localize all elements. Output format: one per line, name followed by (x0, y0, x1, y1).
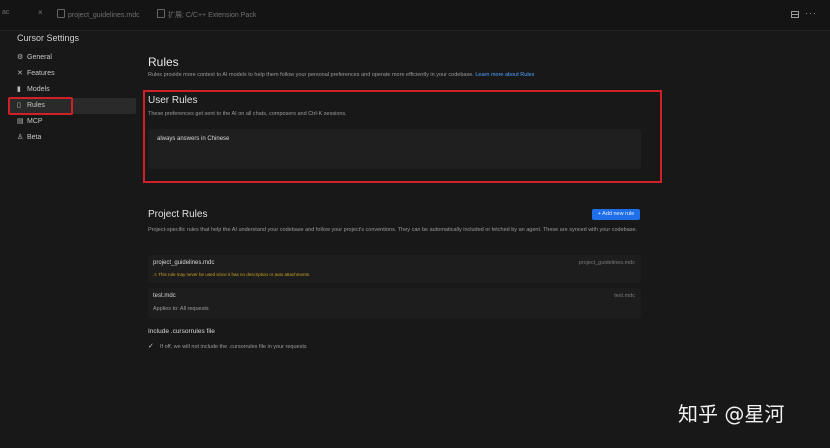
learn-more-link[interactable]: Learn more about Rules (475, 72, 534, 78)
check-icon[interactable]: ✓ (148, 342, 156, 350)
user-rules-value[interactable]: always answers in Chinese (157, 136, 229, 142)
sidebar-item-label: Models (27, 86, 50, 93)
tab-label: project_guidelines.mdc (68, 12, 140, 19)
chart-icon: ▮ (17, 86, 21, 93)
project-rules-title: Project Rules (148, 209, 208, 220)
server-icon: ▤ (17, 118, 24, 125)
tab-project-guidelines[interactable]: project_guidelines.mdc (57, 9, 140, 19)
add-new-rule-button[interactable]: + Add new rule (592, 209, 640, 220)
rules-highlight-annotation (8, 97, 73, 115)
include-cursorrules-description: If off, we will not include the .cursorr… (160, 344, 307, 350)
rule-path: project_guidelines.mdc (578, 260, 635, 266)
settings-title: Cursor Settings (17, 33, 80, 43)
include-cursorrules-toggle[interactable]: ✓ If off, we will not include the .cursor… (148, 342, 307, 350)
sidebar-item-label: MCP (27, 118, 43, 125)
tools-icon: ✕ (17, 70, 23, 77)
user-rules-textarea[interactable] (148, 129, 641, 169)
layout-toggle-icon[interactable] (791, 11, 799, 18)
tab-extension-pack[interactable]: 扩展: C/C++ Extension Pack (157, 9, 256, 20)
rule-warning: ⚠ This rule may never be used since it h… (153, 272, 311, 277)
page-description: Rules provide more context to AI models … (148, 72, 534, 78)
rule-name: project_guidelines.mdc (153, 260, 215, 266)
page-title: Rules (148, 55, 179, 69)
file-icon (57, 9, 65, 18)
rule-path: test.mdc (614, 293, 635, 299)
rule-applies-to: Applies to: All requests (153, 306, 209, 312)
tab-label: 扩展: C/C++ Extension Pack (168, 12, 257, 19)
sidebar-item-general[interactable]: ⚙ General (8, 50, 136, 66)
more-actions-icon[interactable]: ··· (805, 8, 817, 18)
extension-icon (157, 9, 165, 18)
tab-edge-label[interactable]: ac (2, 9, 9, 16)
rule-item[interactable]: project_guidelines.mdc project_guideline… (148, 255, 641, 283)
user-rules-title: User Rules (148, 95, 198, 106)
rule-name: test.mdc (153, 293, 176, 299)
include-cursorrules-title: Include .cursorrules file (148, 328, 215, 335)
rule-item[interactable]: test.mdc test.mdc Applies to: All reques… (148, 288, 641, 318)
user-rules-description: These preferences get sent to the AI on … (148, 111, 347, 117)
sidebar-item-label: Beta (27, 134, 42, 141)
sidebar-item-mcp[interactable]: ▤ MCP (8, 114, 136, 130)
sidebar-item-features[interactable]: ✕ Features (8, 66, 136, 82)
sidebar-item-models[interactable]: ▮ Models (8, 82, 136, 98)
gear-icon: ⚙ (17, 54, 24, 61)
sidebar-item-label: Features (27, 70, 55, 77)
flask-icon: ♙ (17, 134, 24, 141)
description-text: Rules provide more context to AI models … (148, 72, 474, 78)
watermark: 知乎 @星河 (678, 402, 785, 426)
sidebar-item-beta[interactable]: ♙ Beta (8, 130, 136, 146)
project-rules-description: Project-specific rules that help the AI … (148, 227, 638, 233)
close-icon[interactable]: × (38, 8, 43, 17)
editor-tab-bar: ac × project_guidelines.mdc 扩展: C/C++ Ex… (0, 0, 830, 31)
sidebar-item-label: General (27, 54, 52, 61)
